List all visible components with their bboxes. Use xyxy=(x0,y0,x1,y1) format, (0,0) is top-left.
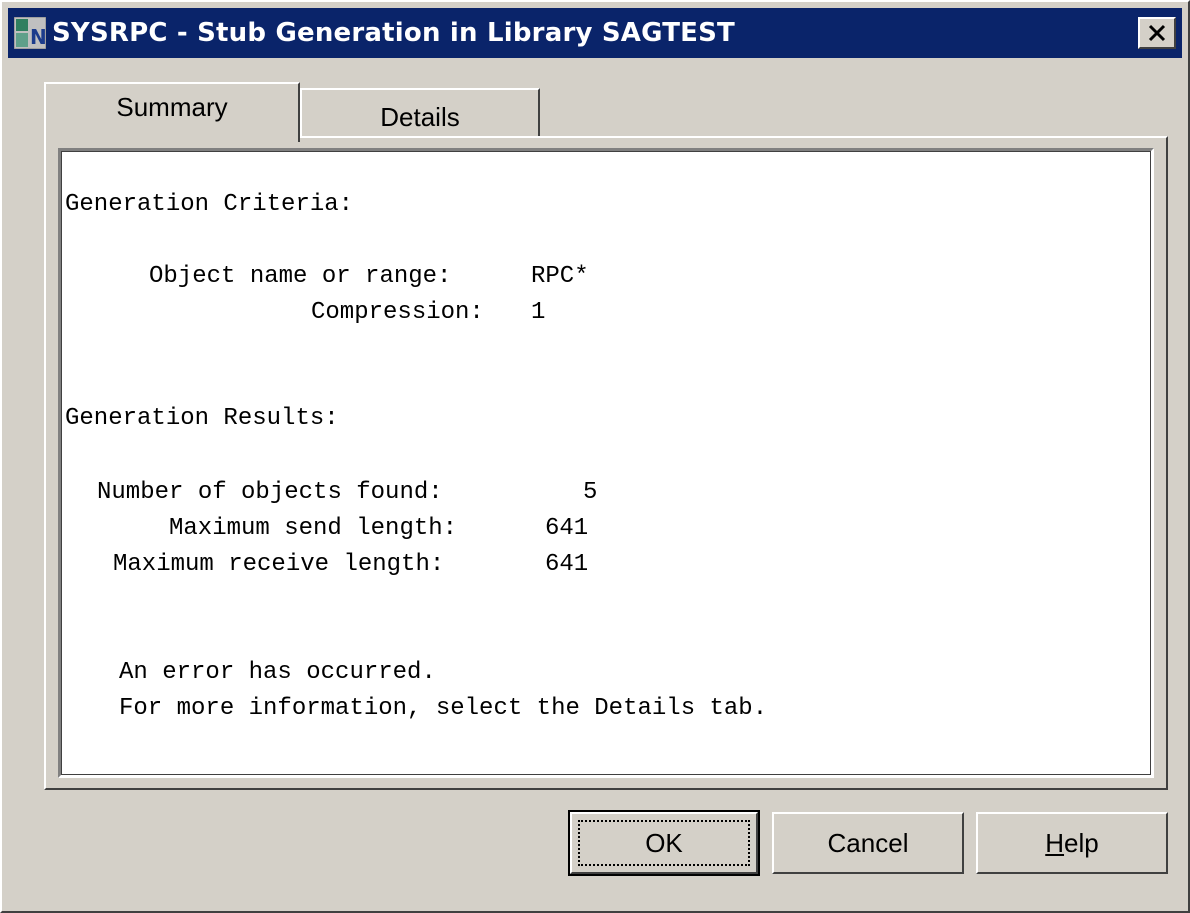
focus-rectangle xyxy=(578,820,750,866)
cancel-button-label: Cancel xyxy=(827,827,909,858)
tab-summary-label: Summary xyxy=(116,91,228,122)
ok-button[interactable]: OK xyxy=(568,810,760,876)
max-receive-label: Maximum receive length: xyxy=(113,551,445,578)
max-receive-value: 641 xyxy=(545,551,589,578)
help-button[interactable]: Help xyxy=(976,812,1168,874)
dialog-window: N SYSRPC - Stub Generation in Library SA… xyxy=(0,0,1190,913)
tab-details-label: Details xyxy=(380,101,460,132)
help-mnemonic: H xyxy=(1045,827,1065,858)
title-bar[interactable]: N SYSRPC - Stub Generation in Library SA… xyxy=(8,8,1182,58)
results-heading: Generation Results: xyxy=(65,405,339,432)
max-send-value: 641 xyxy=(545,515,589,542)
max-send-label: Maximum send length: xyxy=(169,515,458,542)
svg-text:N: N xyxy=(30,25,46,49)
object-name-label: Object name or range: xyxy=(149,263,452,290)
error-message-line2: For more information, select the Details… xyxy=(119,695,768,722)
tab-panel-summary: Generation Criteria: Object name or rang… xyxy=(44,136,1168,790)
objects-found-value: 5 xyxy=(583,479,598,506)
summary-text-area[interactable]: Generation Criteria: Object name or rang… xyxy=(58,148,1154,778)
error-message-line1: An error has occurred. xyxy=(119,659,436,686)
close-button[interactable] xyxy=(1138,17,1176,49)
object-name-value: RPC* xyxy=(531,263,589,290)
tab-summary[interactable]: Summary xyxy=(44,82,300,142)
help-button-label: Help xyxy=(1045,828,1098,859)
objects-found-label: Number of objects found: xyxy=(97,479,443,506)
window-title: SYSRPC - Stub Generation in Library SAGT… xyxy=(52,18,735,48)
criteria-heading: Generation Criteria: xyxy=(65,191,354,218)
cancel-button[interactable]: Cancel xyxy=(772,812,964,874)
compression-value: 1 xyxy=(531,299,546,326)
compression-label: Compression: xyxy=(311,299,484,326)
close-icon xyxy=(1148,24,1166,42)
help-label-rest: elp xyxy=(1064,827,1099,858)
natural-app-icon: N xyxy=(13,16,47,50)
tab-details[interactable]: Details xyxy=(300,88,540,140)
